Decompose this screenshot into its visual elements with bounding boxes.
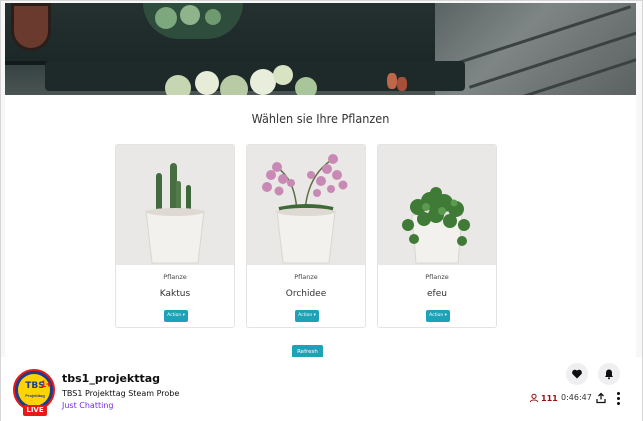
card-title: Kaktus	[159, 289, 191, 299]
hero-image	[5, 3, 636, 95]
vertical-ellipsis-icon	[616, 392, 620, 395]
person-icon	[529, 393, 539, 403]
card-title: Orchidee	[285, 289, 327, 299]
heart-icon	[572, 369, 582, 379]
refresh-button[interactable]: Refresh	[292, 345, 323, 357]
bell-icon	[605, 369, 613, 380]
plant-card-efeu: Pflanze efeu Action ▾	[377, 144, 497, 328]
efeu-image	[378, 145, 496, 265]
card-title: efeu	[427, 289, 447, 299]
plant-card-orchidee: Pflanze Orchidee Action ▾	[246, 144, 366, 328]
action-dropdown-button[interactable]: Action ▾	[426, 310, 450, 322]
more-options-button[interactable]	[614, 391, 622, 405]
share-button[interactable]	[595, 391, 607, 409]
stream-category-link[interactable]: Just Chatting	[62, 401, 113, 410]
live-badge: LIVE	[23, 405, 47, 416]
stream-info-bar: TBS 1+ Projekttag LIVE tbs1_projekttag T…	[1, 357, 642, 421]
card-category: Pflanze	[294, 273, 318, 281]
stream-title: TBS1 Projekttag Steam Probe	[62, 389, 180, 398]
stream-window: Wählen sie Ihre Pflanzen Pflanze Kaktus …	[0, 0, 643, 421]
card-category: Pflanze	[163, 273, 187, 281]
action-dropdown-button[interactable]: Action ▾	[295, 310, 319, 322]
follow-button[interactable]	[566, 363, 588, 385]
notifications-button[interactable]	[598, 363, 620, 385]
plant-card-kaktus: Pflanze Kaktus Action ▾	[115, 144, 235, 328]
card-category: Pflanze	[425, 273, 449, 281]
viewer-count: 111	[529, 393, 558, 403]
orchidee-image	[247, 145, 365, 265]
kaktus-image	[116, 145, 234, 265]
share-icon	[596, 392, 606, 404]
action-dropdown-button[interactable]: Action ▾	[164, 310, 188, 322]
stream-video[interactable]: Wählen sie Ihre Pflanzen Pflanze Kaktus …	[5, 3, 636, 357]
page-title: Wählen sie Ihre Pflanzen	[251, 111, 390, 126]
channel-name[interactable]: tbs1_projekttag	[62, 372, 160, 385]
stream-uptime: 0:46:47	[561, 393, 592, 402]
